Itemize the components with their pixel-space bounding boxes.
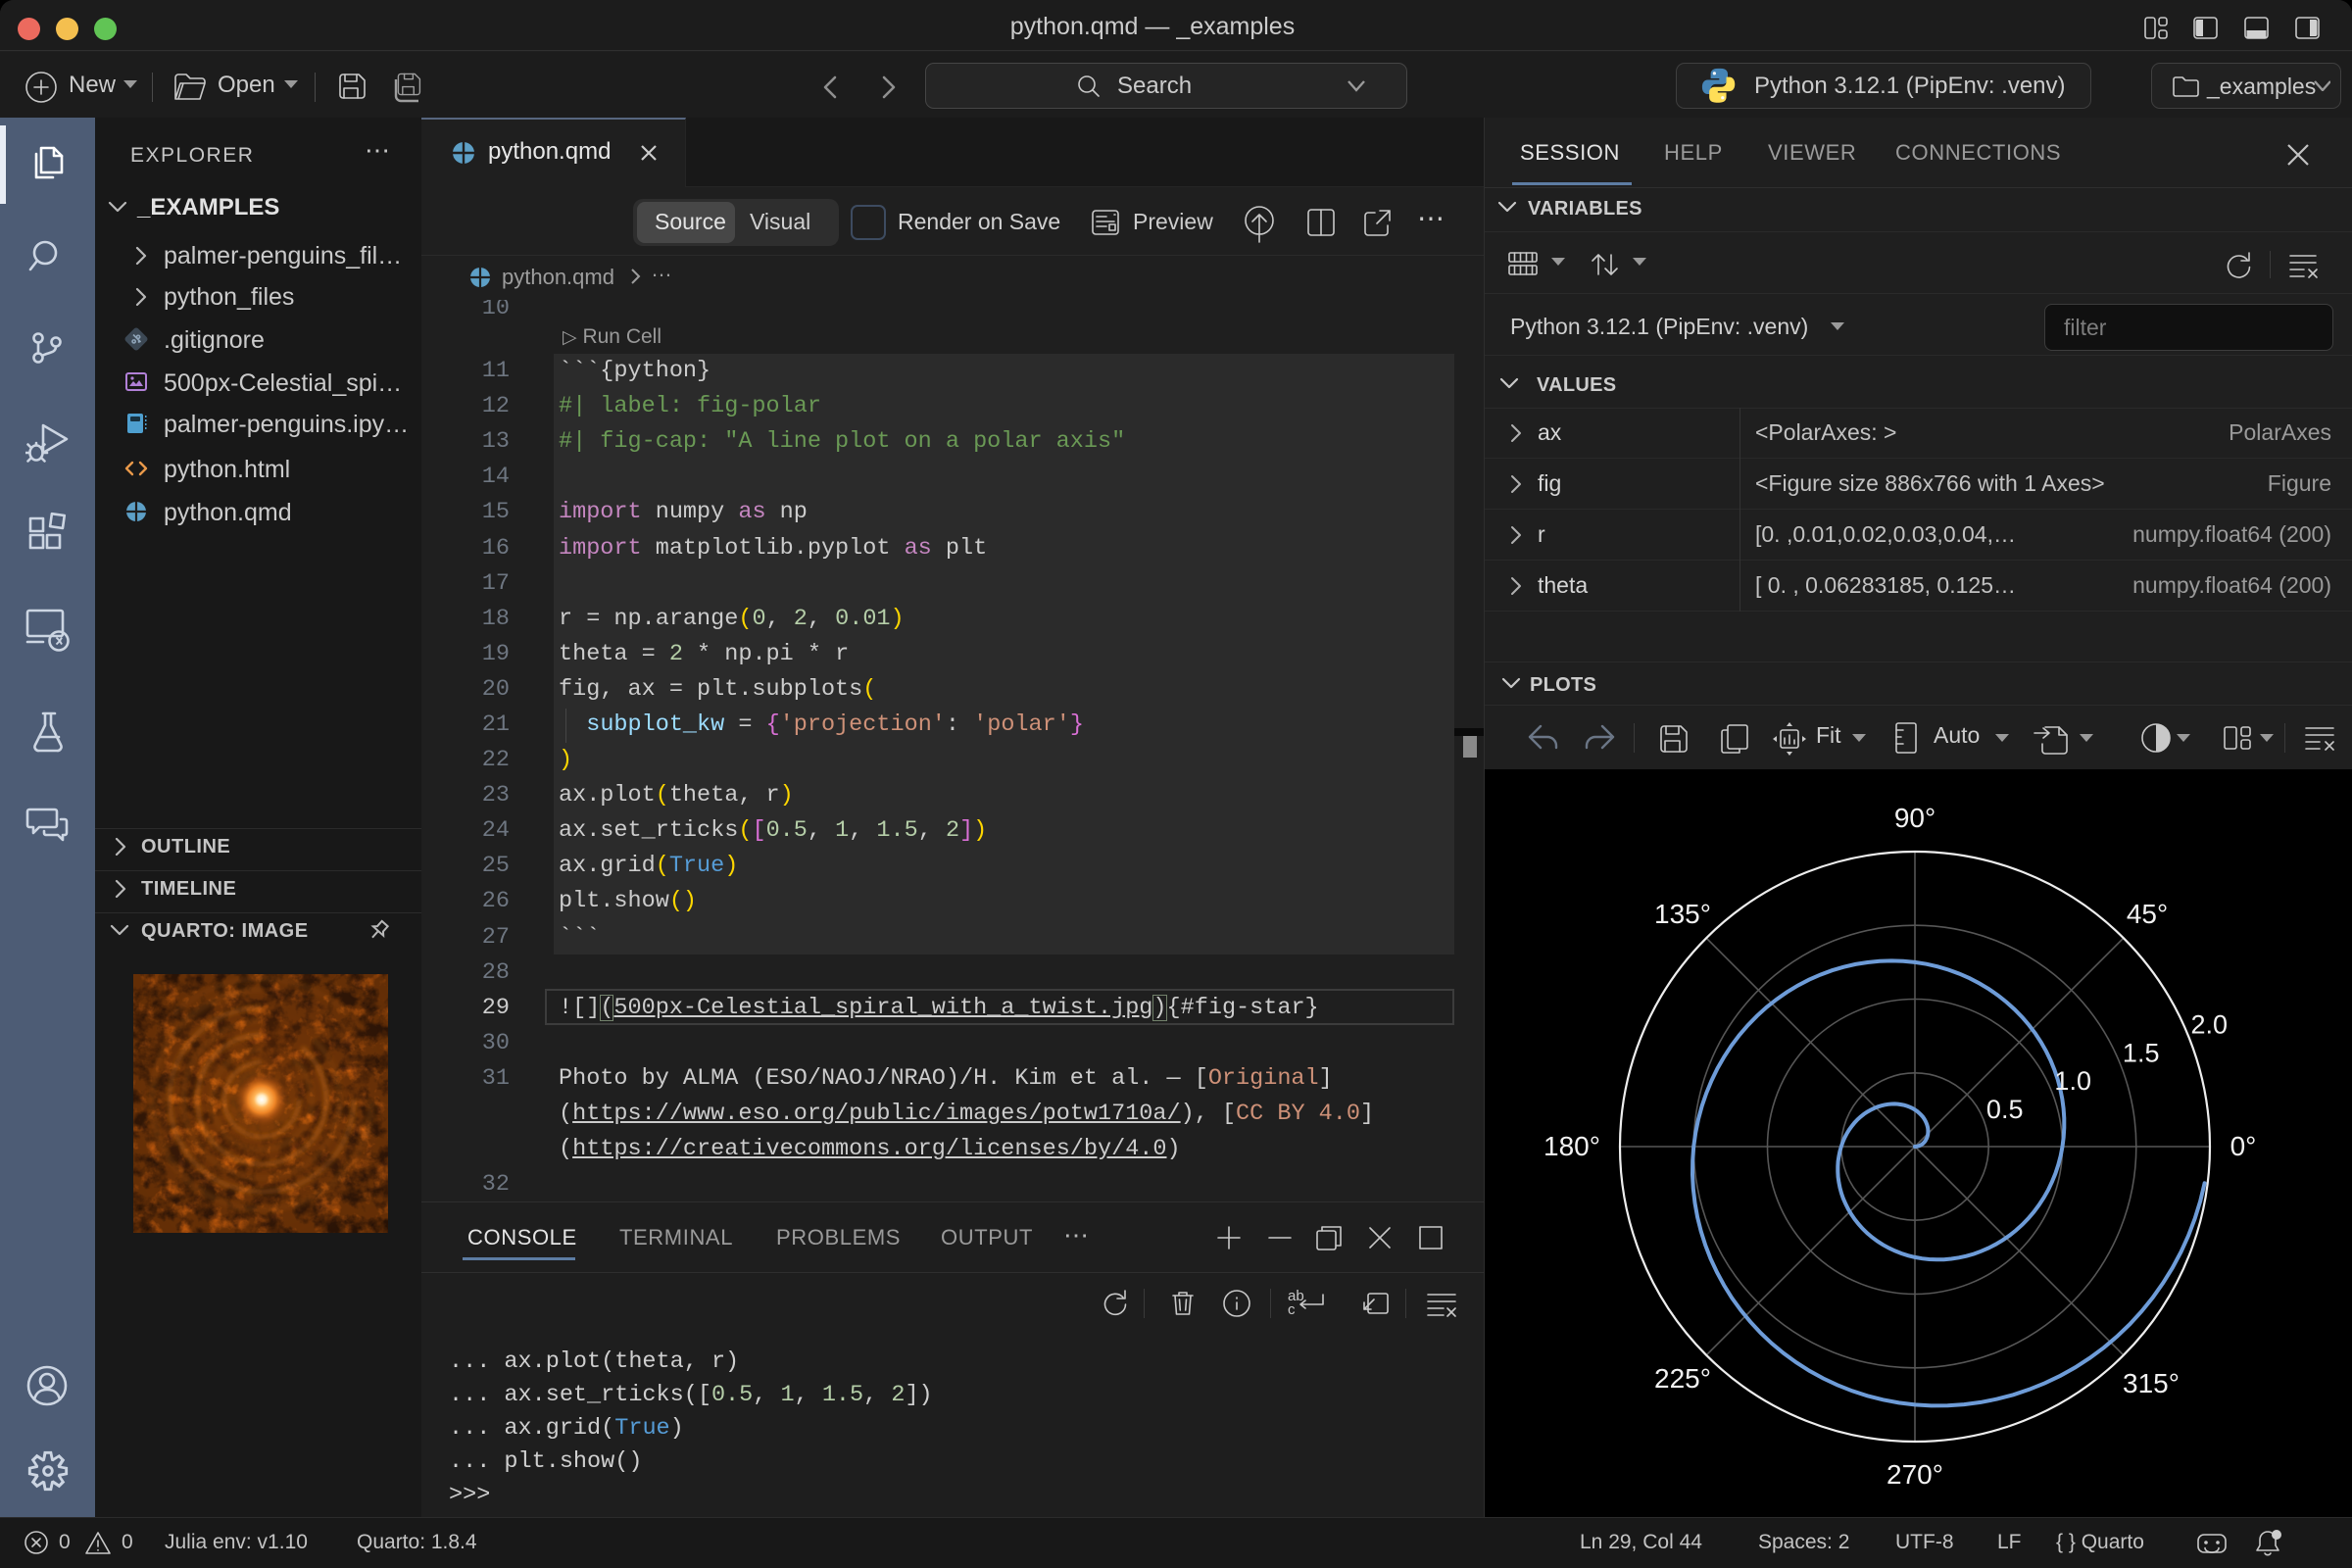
svg-text:90°: 90°	[1894, 803, 1936, 833]
svg-text:2.0: 2.0	[2191, 1010, 2229, 1040]
svg-text:135°: 135°	[1654, 899, 1711, 929]
svg-text:45°: 45°	[2127, 899, 2168, 929]
svg-text:270°: 270°	[1886, 1459, 1943, 1490]
svg-text:315°: 315°	[2123, 1368, 2180, 1398]
svg-text:1.5: 1.5	[2123, 1038, 2160, 1067]
svg-text:1.0: 1.0	[2054, 1066, 2091, 1096]
svg-text:180°: 180°	[1544, 1131, 1600, 1161]
svg-text:c: c	[1288, 1301, 1296, 1318]
svg-text:0°: 0°	[2230, 1131, 2257, 1161]
svg-text:225°: 225°	[1654, 1363, 1711, 1394]
svg-text:0.5: 0.5	[1986, 1095, 2024, 1124]
